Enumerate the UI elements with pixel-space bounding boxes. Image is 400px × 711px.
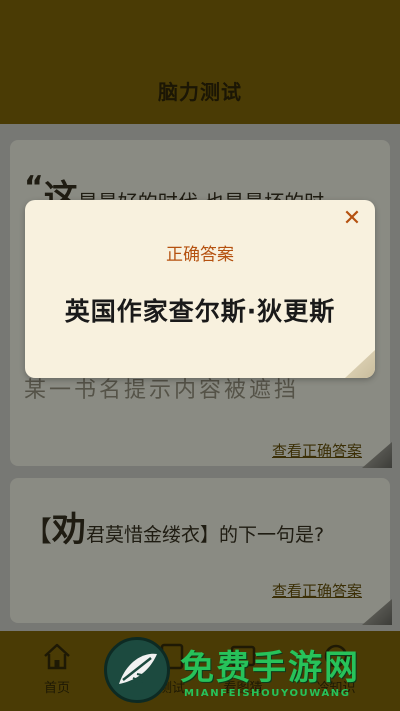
answer-modal: ✕ 正确答案 英国作家查尔斯·狄更斯 — [25, 200, 375, 378]
page-curl-decoration — [362, 599, 392, 625]
answer-label: 正确答案 — [166, 245, 234, 265]
question-card-2[interactable]: 【劝君莫惜金缕衣】的下一句是? 查看正确答案 — [10, 478, 392, 625]
app-header: 脑力测试 — [0, 0, 400, 124]
watermark-title: 免费手游网 — [180, 648, 360, 688]
nav-label-home: 首页 — [43, 681, 70, 696]
home-icon — [44, 643, 70, 670]
view-answer-link[interactable]: 查看正确答案 — [272, 580, 362, 601]
page-curl-decoration — [345, 350, 375, 378]
question-first-char: 劝 — [52, 510, 87, 550]
page-title: 脑力测试 — [158, 80, 242, 104]
watermark-subtitle: MIANFEISHOUYOUWANG — [184, 688, 351, 699]
page-curl-decoration — [362, 442, 392, 468]
answer-text: 英国作家查尔斯·狄更斯 — [64, 297, 336, 326]
nav-item-home[interactable]: 首页 — [17, 641, 97, 696]
watermark-logo — [104, 637, 170, 703]
leaf-icon — [119, 653, 157, 687]
question-rest: 君莫惜金缕衣】的下一句是? — [86, 524, 325, 546]
view-answer-link[interactable]: 查看正确答案 — [272, 440, 362, 461]
bracket-mark: 【 — [24, 515, 53, 548]
question-text: 【劝君莫惜金缕衣】的下一句是? — [24, 502, 380, 551]
close-icon[interactable]: ✕ — [339, 206, 365, 232]
